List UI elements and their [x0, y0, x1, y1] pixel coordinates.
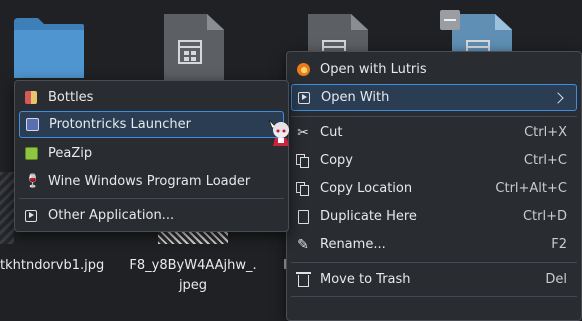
- menu-item-shortcut: F2: [551, 237, 567, 252]
- menu-item-open-with[interactable]: Open With: [291, 84, 577, 111]
- menu-item-label: Open with Lutris: [320, 62, 427, 77]
- mouse-cursor-icon: [268, 119, 289, 146]
- menu-item-label: Copy: [320, 153, 353, 168]
- open-with-icon: [296, 90, 312, 106]
- submenu-item-other-application[interactable]: Other Application...: [19, 202, 284, 229]
- wine-icon: 🍷: [24, 173, 41, 189]
- menu-separator: [291, 296, 577, 297]
- submenu-item-bottles[interactable]: Bottles: [19, 84, 284, 111]
- menu-item-label: Wine Windows Program Loader: [48, 174, 251, 189]
- image-thumbnail[interactable]: [0, 172, 14, 244]
- folder-icon[interactable]: [12, 8, 86, 80]
- menu-item-copy[interactable]: Copy Ctrl+C: [291, 147, 577, 174]
- submenu-item-protontricks-launcher[interactable]: Protontricks Launcher: [19, 111, 284, 138]
- bottles-icon: [23, 90, 39, 106]
- duplicate-icon: [295, 209, 311, 225]
- file-label[interactable]: tkhtndorvb1.jpg: [0, 256, 112, 276]
- chevron-right-icon: [552, 91, 564, 104]
- menu-item-label: Protontricks Launcher: [49, 117, 191, 132]
- file-label[interactable]: F8_y8ByW4AAjhw_.: [126, 256, 260, 276]
- menu-item-copy-location[interactable]: Copy Location Ctrl+Alt+C: [291, 175, 577, 202]
- menu-item-label: Rename...: [320, 237, 386, 252]
- menu-item-shortcut: Ctrl+Alt+C: [495, 181, 567, 196]
- lutris-icon: [295, 62, 311, 78]
- menu-item-rename[interactable]: ✎ Rename... F2: [291, 231, 577, 258]
- menu-item-label: Move to Trash: [320, 272, 411, 287]
- submenu-item-wine-loader[interactable]: 🍷 Wine Windows Program Loader: [19, 168, 284, 195]
- cut-icon: ✂: [297, 124, 309, 141]
- menu-item-shortcut: Del: [545, 272, 567, 287]
- menu-item-label: Other Application...: [48, 208, 175, 223]
- other-application-icon: [23, 208, 39, 224]
- menu-item-label: Copy Location: [320, 181, 413, 196]
- menu-item-shortcut: Ctrl+C: [523, 153, 567, 168]
- protontricks-icon: [24, 117, 40, 133]
- menu-item-shortcut: Ctrl+X: [524, 125, 567, 140]
- submenu-item-peazip[interactable]: PeaZip: [19, 140, 284, 167]
- menu-item-label: Open With: [321, 90, 390, 105]
- menu-separator: [19, 198, 284, 199]
- trash-icon: [295, 272, 311, 288]
- menu-item-duplicate-here[interactable]: Duplicate Here Ctrl+D: [291, 203, 577, 230]
- menu-item-open-with-lutris[interactable]: Open with Lutris: [291, 56, 577, 83]
- menu-item-label: Bottles: [48, 90, 94, 105]
- menu-item-move-to-trash[interactable]: Move to Trash Del: [291, 266, 577, 293]
- peazip-icon: [23, 146, 39, 162]
- open-with-submenu: Bottles Protontricks Launcher PeaZip 🍷 W…: [14, 80, 289, 232]
- menu-item-label: PeaZip: [48, 146, 93, 161]
- menu-item-label: Duplicate Here: [320, 209, 417, 224]
- menu-separator: [291, 262, 577, 263]
- menu-separator: [291, 116, 577, 117]
- copy-icon: [295, 153, 311, 169]
- menu-item-label: Cut: [320, 125, 343, 140]
- context-menu: Open with Lutris Open With ✂ Cut Ctrl+X …: [286, 51, 582, 321]
- copy-location-icon: [295, 181, 311, 197]
- selection-toggle-icon[interactable]: [440, 10, 460, 30]
- file-label-line2[interactable]: jpeg: [126, 276, 260, 296]
- rename-icon: ✎: [297, 236, 309, 253]
- image-file-icon[interactable]: [164, 14, 224, 84]
- menu-item-shortcut: Ctrl+D: [522, 209, 567, 224]
- menu-item-cut[interactable]: ✂ Cut Ctrl+X: [291, 119, 577, 146]
